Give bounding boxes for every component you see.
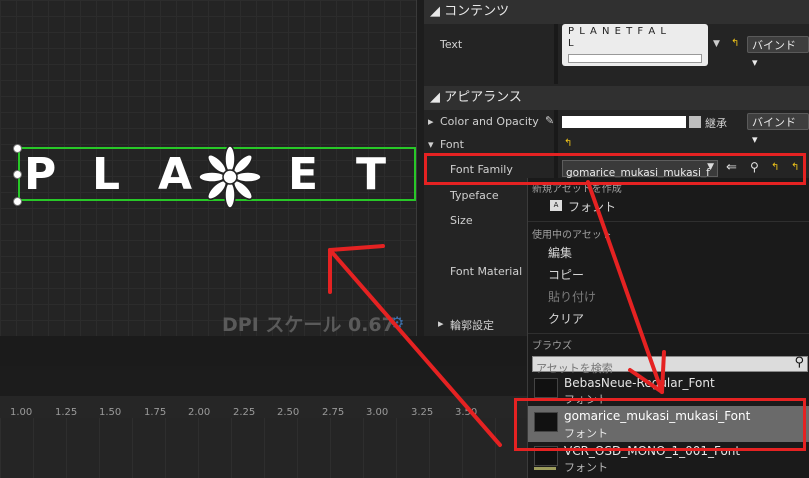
- annotation-arrows: [328, 180, 666, 447]
